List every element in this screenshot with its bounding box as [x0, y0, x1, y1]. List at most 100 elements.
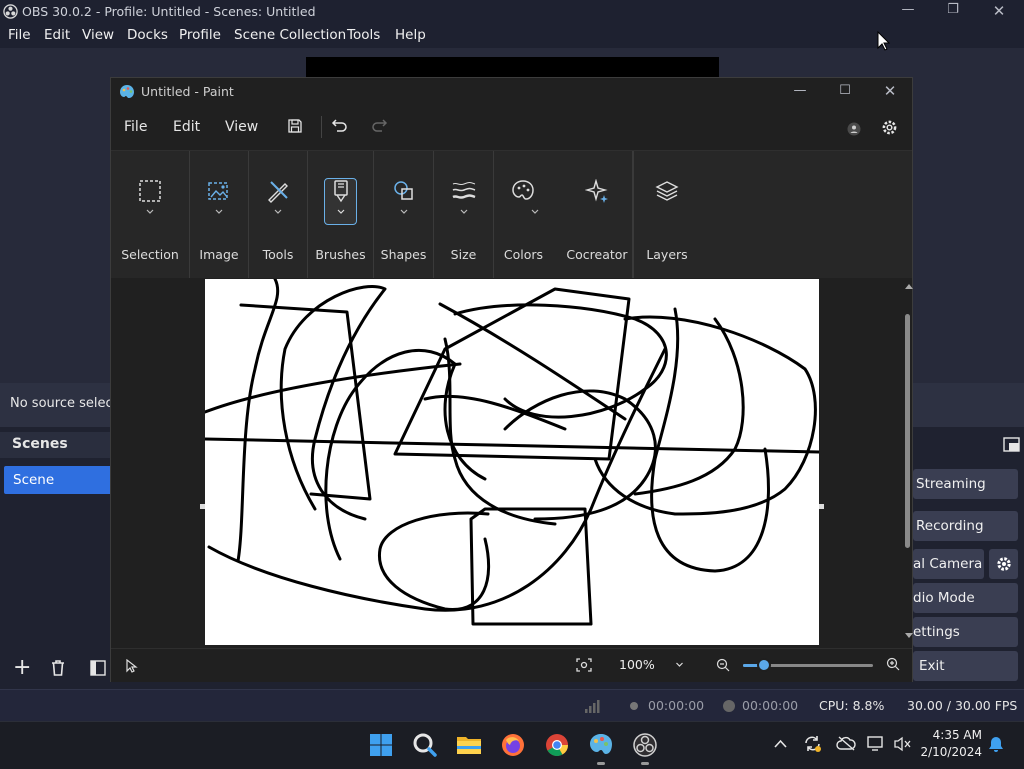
- preview-black-bar: [306, 57, 719, 78]
- canvas-resize-handle-left[interactable]: [200, 504, 205, 509]
- ribbon-colors-label: Colors: [503, 247, 544, 262]
- zoom-slider-thumb[interactable]: [757, 658, 771, 672]
- ribbon-tools[interactable]: Tools: [249, 151, 308, 279]
- zoom-in-icon[interactable]: [886, 657, 900, 671]
- clock-time[interactable]: 4:35 AM: [930, 728, 982, 742]
- ribbon-selection[interactable]: Selection: [111, 151, 190, 279]
- ribbon-size[interactable]: Size: [434, 151, 494, 279]
- redo-icon[interactable]: [370, 117, 388, 135]
- paint-status-bar: 100%: [111, 648, 912, 682]
- paint-maximize-button[interactable]: ☐: [834, 83, 856, 101]
- selection-icon: [139, 180, 161, 202]
- zoom-out-icon[interactable]: [716, 658, 730, 672]
- obs-close-button[interactable]: ✕: [988, 2, 1010, 20]
- tools-icon: [268, 181, 288, 203]
- scroll-down-arrow[interactable]: [905, 633, 913, 638]
- obs-menu-docks[interactable]: Docks: [127, 27, 168, 43]
- palette-icon: [512, 180, 534, 200]
- exit-label: Exit: [919, 658, 945, 674]
- sync-icon[interactable]: [803, 734, 822, 753]
- file-explorer-icon[interactable]: [456, 732, 482, 758]
- start-streaming-button[interactable]: Streaming: [913, 469, 1018, 499]
- zoom-dropdown[interactable]: 100%: [611, 654, 691, 676]
- obs-menu-help[interactable]: Help: [395, 27, 426, 43]
- obs-menu-edit[interactable]: Edit: [44, 27, 70, 43]
- virtual-camera-settings-button[interactable]: [989, 549, 1018, 579]
- notification-bell-icon[interactable]: [988, 736, 1004, 753]
- ribbon-shapes[interactable]: Shapes: [374, 151, 434, 279]
- volume-muted-icon[interactable]: [893, 736, 911, 752]
- vertical-scrollbar-thumb[interactable]: [905, 314, 910, 548]
- chevron-down-icon: [531, 209, 539, 214]
- obs-menu-profile[interactable]: Profile: [179, 27, 221, 43]
- obs-minimize-button[interactable]: —: [897, 2, 919, 20]
- scene-list-item[interactable]: Scene: [4, 466, 116, 494]
- virtual-camera-label: al Camera: [913, 556, 983, 572]
- settings-button[interactable]: ettings: [913, 617, 1018, 647]
- exit-button[interactable]: Exit: [913, 651, 1018, 681]
- scribble-drawing: [205, 279, 819, 626]
- obs-running-indicator: [641, 762, 649, 765]
- paint-title-bar: Untitled - Paint — ☐ ✕: [111, 78, 912, 106]
- undo-icon[interactable]: [331, 117, 349, 135]
- chevron-down-icon: [676, 662, 683, 667]
- canvas-resize-handle-right[interactable]: [819, 504, 824, 509]
- ribbon-layers[interactable]: Layers: [634, 151, 700, 279]
- no-source-label: No source selecte: [10, 396, 126, 411]
- zoom-level: 100%: [619, 657, 655, 672]
- trash-icon[interactable]: [50, 659, 66, 677]
- obs-menu-tools[interactable]: Tools: [347, 27, 380, 43]
- ribbon-shapes-label: Shapes: [380, 247, 427, 262]
- save-icon[interactable]: [287, 118, 303, 134]
- search-icon[interactable]: [412, 732, 438, 758]
- network-icon[interactable]: [867, 735, 885, 752]
- paint-settings-gear-icon[interactable]: [880, 118, 899, 137]
- settings-label: ettings: [913, 624, 960, 640]
- scenes-dock-header: Scenes: [0, 432, 115, 458]
- filter-icon[interactable]: [90, 660, 106, 676]
- cursor-pointer-icon: [126, 659, 138, 673]
- paint-app-icon: [120, 85, 134, 98]
- gear-icon: [997, 557, 1011, 571]
- paint-menu-view[interactable]: View: [225, 119, 258, 135]
- studio-mode-button[interactable]: dio Mode: [913, 583, 1018, 613]
- clock-date[interactable]: 2/10/2024: [920, 745, 982, 759]
- ribbon-size-label: Size: [450, 247, 477, 262]
- paint-close-button[interactable]: ✕: [879, 82, 901, 100]
- scenes-title: Scenes: [12, 436, 68, 452]
- obs-taskbar-icon[interactable]: [632, 732, 658, 758]
- paint-menu-bar: File Edit View: [111, 106, 912, 150]
- windows-start-icon[interactable]: [368, 732, 394, 758]
- undock-icon[interactable]: [1003, 437, 1020, 452]
- paint-ribbon: Selection Image Tools Brushes Shapes Siz…: [111, 150, 912, 279]
- cloud-offline-icon[interactable]: [836, 736, 856, 751]
- start-recording-button[interactable]: Recording: [913, 511, 1018, 541]
- add-scene-icon[interactable]: +: [13, 655, 31, 680]
- obs-menu-file[interactable]: File: [8, 27, 31, 43]
- paint-minimize-button[interactable]: —: [789, 83, 811, 101]
- mouse-cursor-icon: [877, 31, 890, 51]
- paint-menu-file[interactable]: File: [124, 119, 147, 135]
- ribbon-image[interactable]: Image: [190, 151, 249, 279]
- cpu-usage: CPU: 8.8%: [819, 698, 885, 713]
- fit-to-window-icon[interactable]: [576, 658, 592, 672]
- virtual-camera-button[interactable]: al Camera: [913, 549, 984, 579]
- obs-maximize-button[interactable]: ❐: [942, 2, 964, 20]
- canvas-area: [111, 278, 913, 648]
- drawing-canvas[interactable]: [205, 279, 819, 645]
- chevron-down-icon: [274, 209, 282, 214]
- obs-menu-view[interactable]: View: [82, 27, 114, 43]
- ribbon-brushes[interactable]: Brushes: [308, 151, 374, 279]
- firefox-icon[interactable]: [500, 732, 526, 758]
- ribbon-cocreator[interactable]: Cocreator: [561, 151, 634, 279]
- obs-menu-scene-collection[interactable]: Scene Collection: [234, 27, 346, 43]
- paint-menu-edit[interactable]: Edit: [173, 119, 200, 135]
- scroll-up-arrow[interactable]: [905, 284, 913, 289]
- paint-taskbar-icon[interactable]: [588, 732, 614, 758]
- cocreator-sparkle-icon: [585, 179, 608, 203]
- chrome-icon[interactable]: [544, 732, 570, 758]
- chevron-up-icon[interactable]: [774, 739, 787, 748]
- account-icon[interactable]: [847, 122, 861, 136]
- menu-divider: [321, 116, 322, 138]
- obs-logo-icon: [3, 4, 18, 19]
